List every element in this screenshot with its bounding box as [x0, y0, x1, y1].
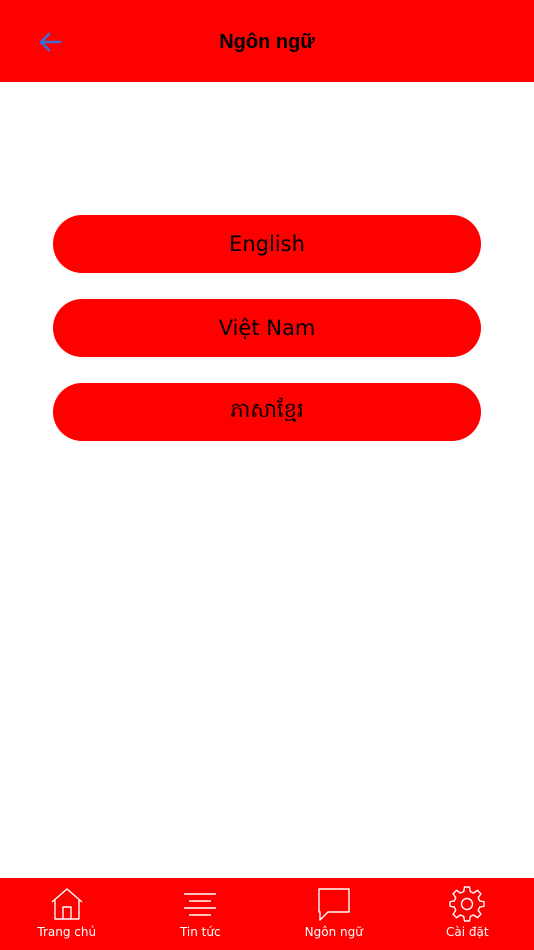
tab-settings[interactable]: Cài đặt: [401, 878, 534, 950]
home-icon: [47, 884, 87, 924]
page-title: Ngôn ngữ: [219, 31, 315, 53]
tab-news-label: Tin tức: [179, 925, 221, 939]
header-bar: Ngôn ngữ: [0, 0, 534, 82]
tab-language-label: Ngôn ngữ: [304, 925, 363, 939]
tab-home-label: Trang chủ: [37, 925, 97, 939]
menu-lines-icon: [180, 884, 220, 924]
chat-bubble-icon: [314, 884, 354, 924]
gear-icon: [447, 884, 487, 924]
tab-language[interactable]: Ngôn ngữ: [267, 878, 401, 950]
tab-home[interactable]: Trang chủ: [0, 878, 134, 950]
language-option-english[interactable]: English: [53, 215, 481, 273]
language-screen: Ngôn ngữ English Việt Nam ភាសាខ្មែរ Tran…: [0, 0, 534, 950]
language-option-khmer[interactable]: ភាសាខ្មែរ: [53, 383, 481, 441]
bottom-tab-bar: Trang chủ Tin tức Ngôn ngữ Cài đặt: [0, 878, 534, 950]
language-option-vietnamese[interactable]: Việt Nam: [53, 299, 481, 357]
tab-settings-label: Cài đặt: [445, 925, 489, 939]
language-list: English Việt Nam ភាសាខ្មែរ: [53, 215, 481, 467]
tab-news[interactable]: Tin tức: [134, 878, 268, 950]
